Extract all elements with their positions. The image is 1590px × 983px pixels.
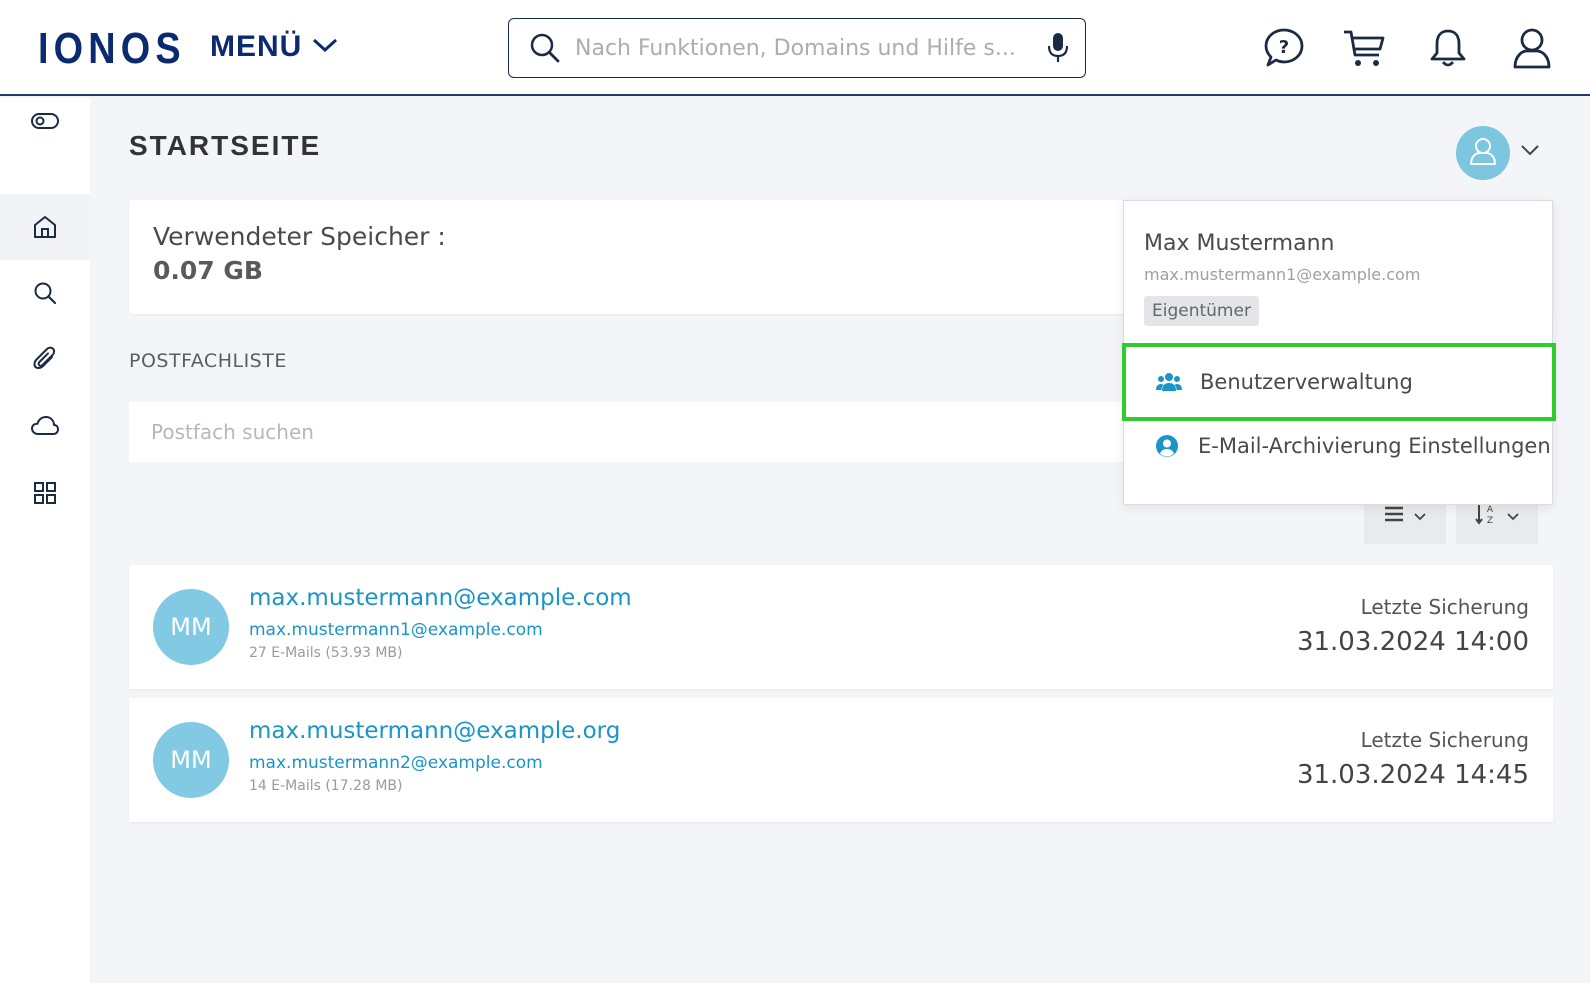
menu-item-label: Benutzerverwaltung [1200,370,1413,394]
top-bar: IONOS MENÜ ? [0,0,1590,96]
menu-item-archive-settings[interactable]: E-Mail-Archivierung Einstellungen [1124,411,1554,481]
home-icon[interactable] [0,194,90,260]
users-icon [1156,369,1182,395]
global-search-input[interactable] [575,29,1015,67]
apps-grid-icon[interactable] [0,460,90,526]
svg-text:?: ? [1279,37,1289,58]
role-badge: Eigentümer [1144,296,1259,326]
search-icon [529,32,561,68]
cloud-icon[interactable] [0,393,90,459]
chevron-down-icon [1506,507,1520,526]
account-icon[interactable] [1508,24,1556,72]
mailbox-avatar: MM [153,589,229,665]
mailbox-avatar: MM [153,722,229,798]
attachment-icon[interactable] [0,326,90,392]
mailbox-secondary-address: max.mustermann2@example.com [249,753,543,773]
search-icon[interactable] [0,260,90,326]
svg-text:A: A [1487,505,1494,515]
chevron-down-icon[interactable] [1520,142,1540,161]
mailbox-secondary-address: max.mustermann1@example.com [249,620,543,640]
chevron-down-icon [1413,507,1427,526]
menu-item-label: E-Mail-Archivierung Einstellungen [1198,434,1551,458]
menu-item-user-management[interactable]: Benutzerverwaltung [1122,343,1556,421]
last-backup-date: 31.03.2024 14:45 [1296,760,1529,790]
storage-value: 0.07 GB [153,256,263,285]
main-menu-button[interactable]: MENÜ [210,30,338,64]
cart-icon[interactable] [1340,24,1388,72]
user-email: max.mustermann1@example.com [1144,265,1421,284]
storage-label: Verwendeter Speicher : [153,222,446,251]
mailbox-card[interactable]: MM max.mustermann@example.com max.muster… [129,565,1553,689]
ionos-logo[interactable]: IONOS [38,24,186,74]
main-menu-label: MENÜ [210,30,303,63]
mailbox-primary-address[interactable]: max.mustermann@example.org [249,718,620,744]
last-backup-label: Letzte Sicherung [1360,595,1529,619]
svg-text:Z: Z [1487,516,1493,526]
left-rail [0,98,90,983]
list-view-icon [1383,505,1405,527]
mailbox-primary-address[interactable]: max.mustermann@example.com [249,585,632,611]
sort-alpha-icon: AZ [1474,502,1498,530]
mailbox-count: 14 E-Mails (17.28 MB) [249,778,403,794]
user-avatar-icon [1467,135,1499,171]
user-name: Max Mustermann [1144,231,1335,256]
user-avatar-button[interactable] [1456,126,1510,180]
microphone-icon[interactable] [1047,31,1069,69]
toggle-icon[interactable] [0,88,90,154]
chevron-down-icon [312,36,338,58]
last-backup-date: 31.03.2024 14:00 [1296,627,1529,657]
user-circle-icon [1154,433,1180,459]
mailbox-card[interactable]: MM max.mustermann@example.org max.muster… [129,698,1553,822]
last-backup-label: Letzte Sicherung [1360,728,1529,752]
global-search [508,18,1086,78]
page-title: STARTSEITE [129,130,322,161]
help-chat-icon[interactable]: ? [1260,24,1308,72]
mailbox-list-title: POSTFACHLISTE [129,350,287,372]
user-dropdown-menu: Max Mustermann max.mustermann1@example.c… [1122,200,1556,505]
notification-bell-icon[interactable] [1424,24,1472,72]
mailbox-count: 27 E-Mails (53.93 MB) [249,645,403,661]
